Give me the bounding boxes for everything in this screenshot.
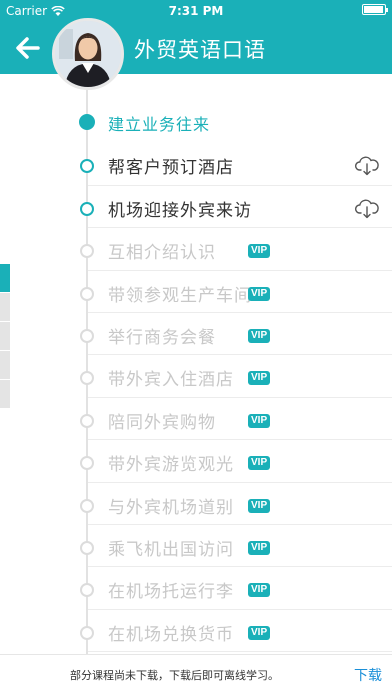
avatar: [52, 18, 124, 90]
timeline-dot: [80, 540, 94, 555]
vip-badge: VIP: [248, 286, 271, 301]
section-header[interactable]: 建立业务往来: [0, 101, 392, 143]
avatar-person-icon: [55, 21, 121, 87]
lesson-item[interactable]: 互相介绍认识 VIP: [0, 228, 392, 271]
lesson-title: 互相介绍认识: [108, 243, 216, 264]
battery-icon: [362, 4, 388, 15]
back-arrow-icon: [16, 37, 40, 59]
timeline-dot: [80, 286, 94, 301]
status-bar: Carrier 7:31 PM: [0, 0, 392, 22]
lesson-title: 乘飞机出国访问: [108, 539, 234, 560]
lesson-title: 带外宾入住酒店: [108, 370, 234, 391]
lesson-item[interactable]: 乘飞机出国访问 VIP: [0, 525, 392, 568]
vip-badge: VIP: [248, 328, 271, 343]
timeline-dot: [80, 456, 94, 471]
lesson-item[interactable]: 陪同外宾购物 VIP: [0, 398, 392, 441]
lesson-list: 建立业务往来 帮客户预订酒店 机场迎接外宾来访 互相介绍认识 VIP 带领参观生产车间 VI…: [0, 101, 392, 653]
lesson-title: 举行商务会餐: [108, 327, 216, 348]
lesson-title: 在机场托运行李: [108, 582, 234, 603]
lesson-item[interactable]: 机场迎接外宾来访: [0, 186, 392, 229]
offline-download-message: 部分课程尚未下载，下载后即可离线学习。: [70, 669, 279, 682]
timeline-dot: [80, 583, 94, 598]
lesson-title: 机场迎接外宾来访: [108, 200, 252, 221]
timeline-dot: [80, 371, 94, 386]
vip-badge: VIP: [248, 498, 271, 513]
lesson-title: 在机场兑换货币: [108, 624, 234, 645]
lesson-item[interactable]: 带外宾游览观光 VIP: [0, 440, 392, 483]
timeline-dot: [80, 201, 94, 216]
lesson-title: 帮客户预订酒店: [108, 158, 234, 179]
lesson-title: 与外宾机场道别: [108, 497, 234, 518]
bottom-download-bar: 部分课程尚未下载，下载后即可离线学习。 下载: [0, 654, 392, 696]
status-right: [362, 4, 388, 15]
vip-badge: VIP: [248, 244, 271, 259]
lesson-item[interactable]: 在机场托运行李 VIP: [0, 567, 392, 610]
lesson-title: 带外宾游览观光: [108, 455, 234, 476]
vip-badge: VIP: [248, 456, 271, 471]
vip-badge: VIP: [248, 371, 271, 386]
back-button[interactable]: [10, 30, 46, 66]
vip-badge: VIP: [248, 540, 271, 555]
lesson-item[interactable]: 带领参观生产车间 VIP: [0, 271, 392, 313]
page-title: 外贸英语口语: [134, 38, 266, 62]
timeline-dot: [80, 328, 94, 343]
cloud-download-icon[interactable]: [354, 198, 380, 220]
timeline-dot: [80, 625, 94, 640]
timeline-dot: [80, 244, 94, 259]
timeline-dot: [80, 498, 94, 513]
lesson-item[interactable]: 举行商务会餐 VIP: [0, 313, 392, 356]
lesson-item[interactable]: 与外宾机场道别 VIP: [0, 483, 392, 525]
download-button[interactable]: 下载: [354, 665, 382, 685]
timeline-dot: [80, 413, 94, 428]
lesson-title: 陪同外宾购物: [108, 412, 216, 433]
vip-badge: VIP: [248, 583, 271, 598]
cloud-download-icon[interactable]: [354, 155, 380, 177]
timeline-dot: [79, 114, 95, 130]
status-time: 7:31 PM: [168, 4, 224, 18]
timeline-dot: [80, 159, 94, 174]
lesson-item[interactable]: 帮客户预订酒店: [0, 143, 392, 186]
vip-badge: VIP: [248, 625, 271, 640]
lesson-title: 带领参观生产车间: [108, 285, 252, 306]
vip-badge: VIP: [248, 413, 271, 428]
lesson-item[interactable]: 带外宾入住酒店 VIP: [0, 355, 392, 398]
header: 外贸英语口语: [0, 18, 392, 90]
lesson-item[interactable]: 在机场兑换货币 VIP: [0, 610, 392, 653]
lesson-title: 建立业务往来: [108, 115, 211, 134]
row-divider: [88, 651, 392, 653]
